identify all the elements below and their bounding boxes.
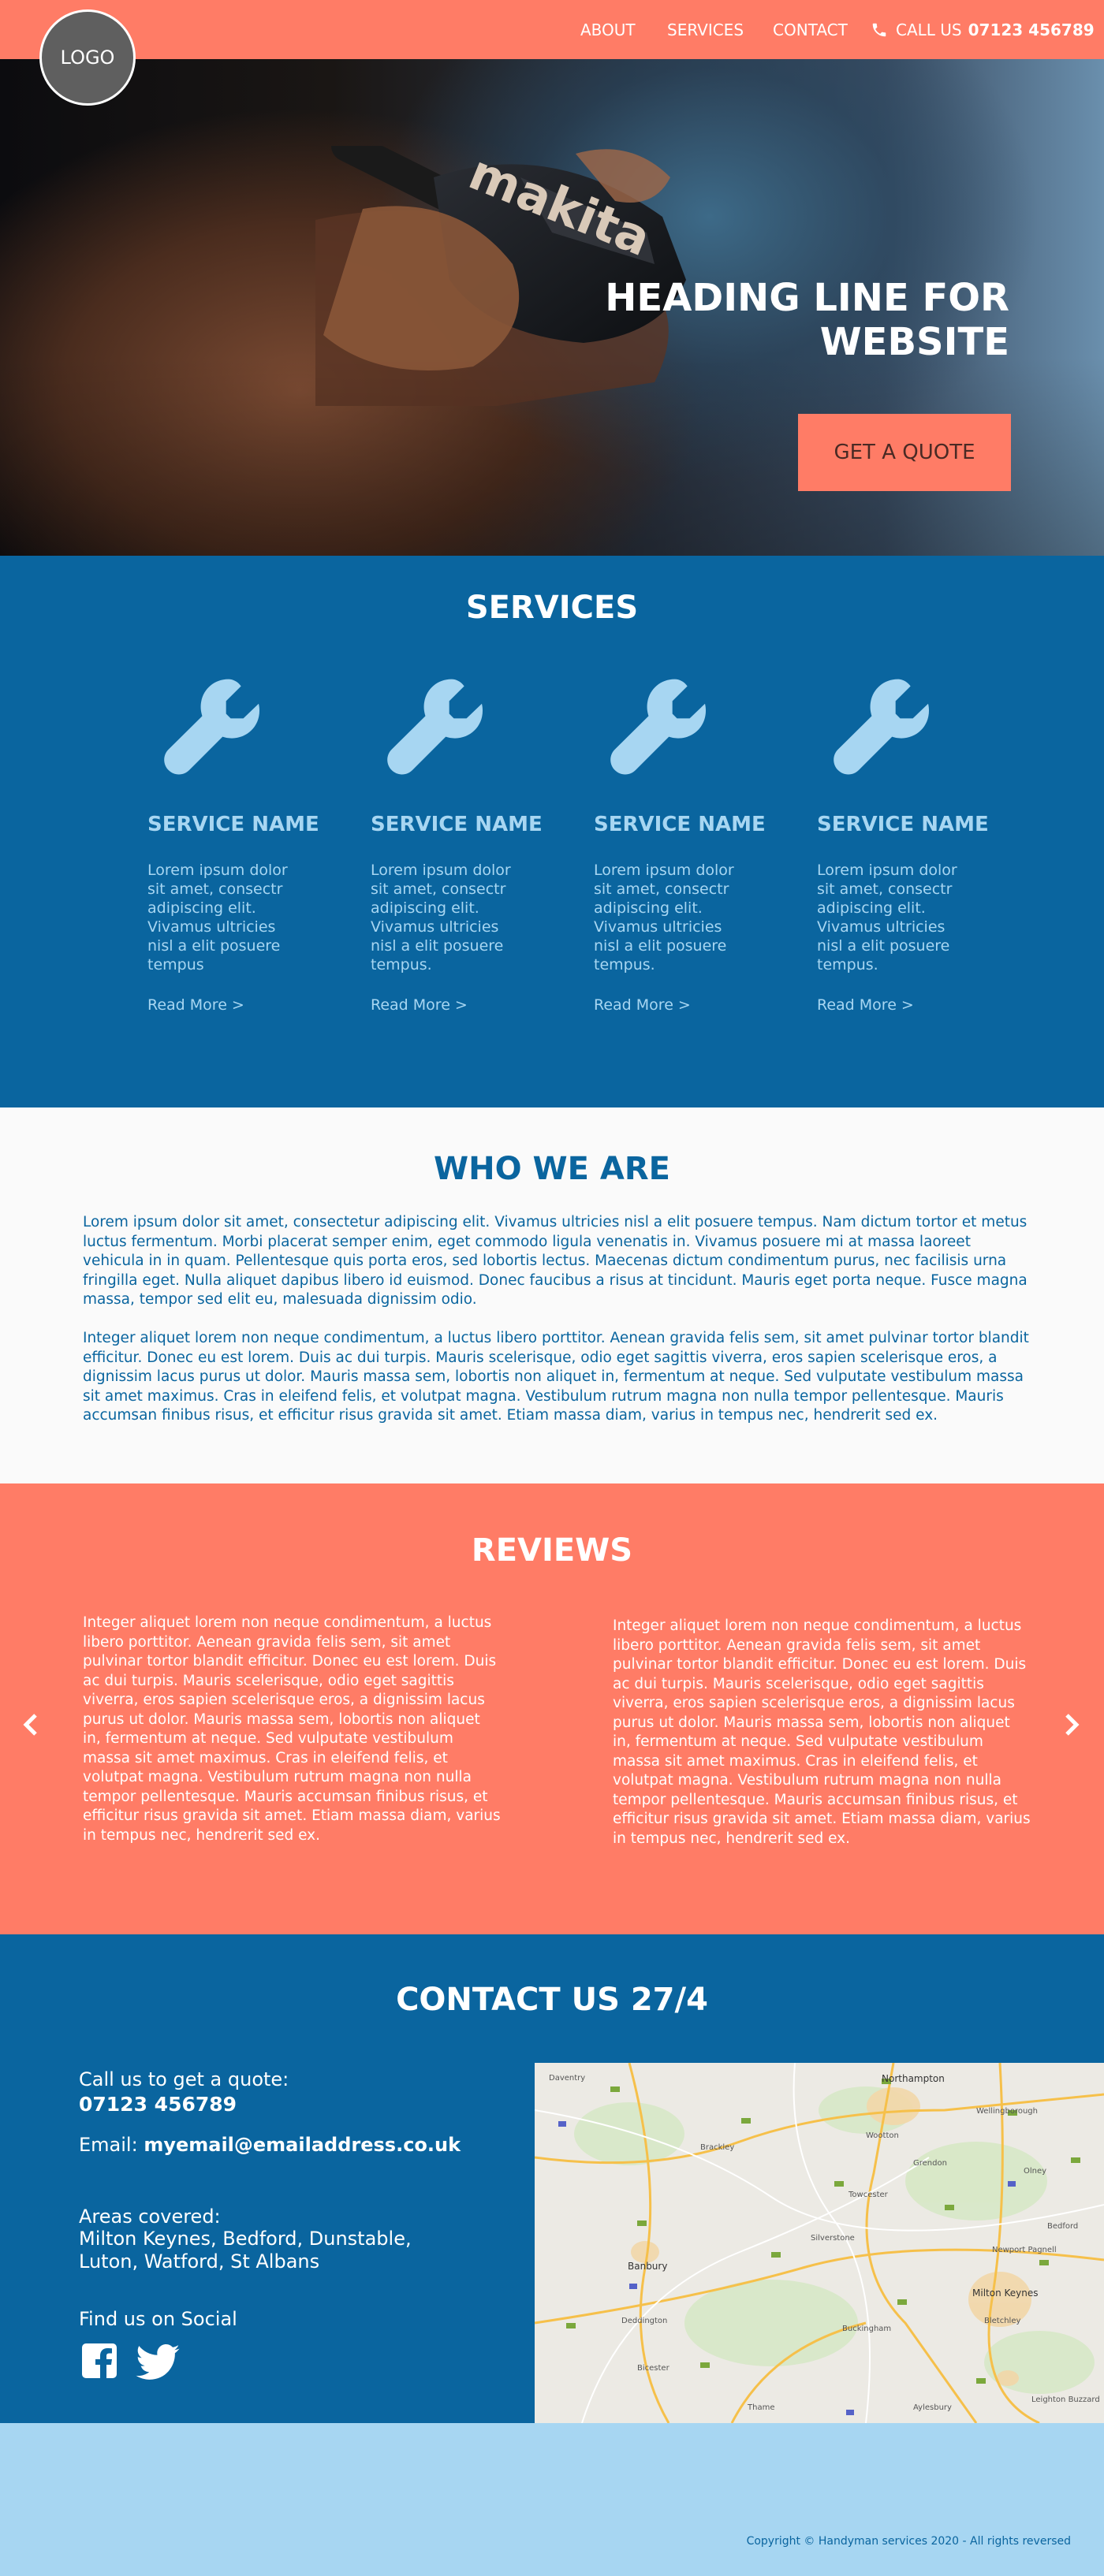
service-description: Lorem ipsum dolor sit amet, consectr adi…	[817, 862, 957, 973]
who-paragraph-2: Integer aliquet lorem non neque condimen…	[83, 1330, 1029, 1424]
logo[interactable]: LOGO	[39, 9, 136, 106]
map-place: Olney	[1024, 2167, 1046, 2176]
contact-phone[interactable]: 07123 456789	[79, 2093, 237, 2116]
chevron-right-icon[interactable]	[1055, 1709, 1087, 1740]
wrench-icon	[834, 679, 930, 775]
read-more-link[interactable]: Read More >	[371, 996, 528, 1014]
service-description: Lorem ipsum dolor sit amet, consectr adi…	[594, 862, 734, 973]
read-more-link[interactable]: Read More >	[594, 996, 752, 1014]
who-paragraph-1: Lorem ipsum dolor sit amet, consectetur …	[83, 1214, 1028, 1308]
map-place: Daventry	[549, 2074, 585, 2083]
copyright-text: Copyright © Handyman services 2020 - All…	[746, 2535, 1071, 2548]
nav-call-us[interactable]: CALL US 07123 456789	[871, 0, 1095, 59]
service-name: SERVICE NAME	[371, 813, 543, 836]
areas-line-2: Luton, Watford, St Albans	[79, 2250, 320, 2273]
map-place: Bicester	[637, 2364, 670, 2373]
contact-title: CONTACT US 27/4	[396, 1982, 708, 2018]
chevron-left-icon[interactable]	[16, 1709, 47, 1740]
social-label: Find us on Social	[79, 2308, 237, 2330]
map-place: Silverstone	[811, 2234, 855, 2243]
nav-contact[interactable]: CONTACT	[773, 0, 848, 59]
areas-line-1: Milton Keynes, Bedford, Dunstable,	[79, 2228, 412, 2250]
map-place: Milton Keynes	[972, 2288, 1038, 2299]
phone-icon	[872, 23, 886, 36]
areas-label: Areas covered:	[79, 2206, 221, 2228]
header-phone: 07123 456789	[968, 20, 1095, 39]
contact-email[interactable]: myemail@emailaddress.co.uk	[144, 2134, 461, 2156]
map-graphic: Daventry Northampton Wellingborough Towc…	[535, 2063, 1104, 2423]
map-place: Thame	[747, 2403, 774, 2412]
service-name: SERVICE NAME	[817, 813, 989, 836]
map-place: Newport Pagnell	[992, 2246, 1057, 2254]
review-text: Integer aliquet lorem non neque condimen…	[613, 1617, 1031, 1847]
email-label: Email:	[79, 2134, 138, 2156]
map-place: Deddington	[621, 2317, 667, 2325]
map-place: Banbury	[628, 2261, 667, 2272]
who-we-are-title: WHO WE ARE	[434, 1151, 670, 1187]
twitter-icon[interactable]	[136, 2344, 180, 2381]
read-more-link[interactable]: Read More >	[817, 996, 975, 1014]
service-description: Lorem ipsum dolor sit amet, consectr adi…	[147, 862, 288, 973]
get-a-quote-button[interactable]: GET A QUOTE	[798, 414, 1011, 491]
nav-services[interactable]: SERVICES	[667, 0, 744, 59]
area-map[interactable]: Daventry Northampton Wellingborough Towc…	[535, 2063, 1104, 2423]
map-place: Bletchley	[984, 2317, 1020, 2325]
map-place: Aylesbury	[913, 2403, 952, 2412]
read-more-link[interactable]: Read More >	[147, 996, 305, 1014]
service-description: Lorem ipsum dolor sit amet, consectr adi…	[371, 862, 511, 973]
contact-email-row: Email: myemail@emailaddress.co.uk	[79, 2134, 461, 2157]
map-place: Buckingham	[842, 2325, 891, 2333]
map-place: Leighton Buzzard	[1031, 2395, 1100, 2404]
wrench-icon	[387, 679, 483, 775]
facebook-icon[interactable]	[80, 2342, 118, 2380]
wrench-icon	[610, 679, 707, 775]
map-place: Wootton	[866, 2131, 899, 2140]
map-place: Grendon	[913, 2159, 947, 2168]
map-place: Wellingborough	[976, 2107, 1038, 2116]
reviews-title: REVIEWS	[471, 1532, 633, 1569]
nav-about[interactable]: ABOUT	[580, 0, 636, 59]
map-place: Towcester	[848, 2191, 889, 2199]
footer	[0, 2423, 1104, 2576]
service-name: SERVICE NAME	[147, 813, 319, 836]
page: LOGO ABOUT SERVICES CONTACT CALL US 0712…	[0, 0, 1104, 2576]
map-place: Bedford	[1047, 2222, 1078, 2231]
service-name: SERVICE NAME	[594, 813, 766, 836]
wrench-icon	[164, 679, 260, 775]
quote-label: Call us to get a quote:	[79, 2068, 289, 2090]
map-place: Brackley	[700, 2143, 734, 2152]
review-text: Integer aliquet lorem non neque condimen…	[83, 1614, 501, 1844]
services-title: SERVICES	[465, 590, 639, 626]
call-us-label: CALL US	[896, 20, 962, 39]
hero-heading: HEADING LINE FOR WEBSITE	[605, 276, 1009, 364]
map-place: Northampton	[882, 2073, 945, 2084]
